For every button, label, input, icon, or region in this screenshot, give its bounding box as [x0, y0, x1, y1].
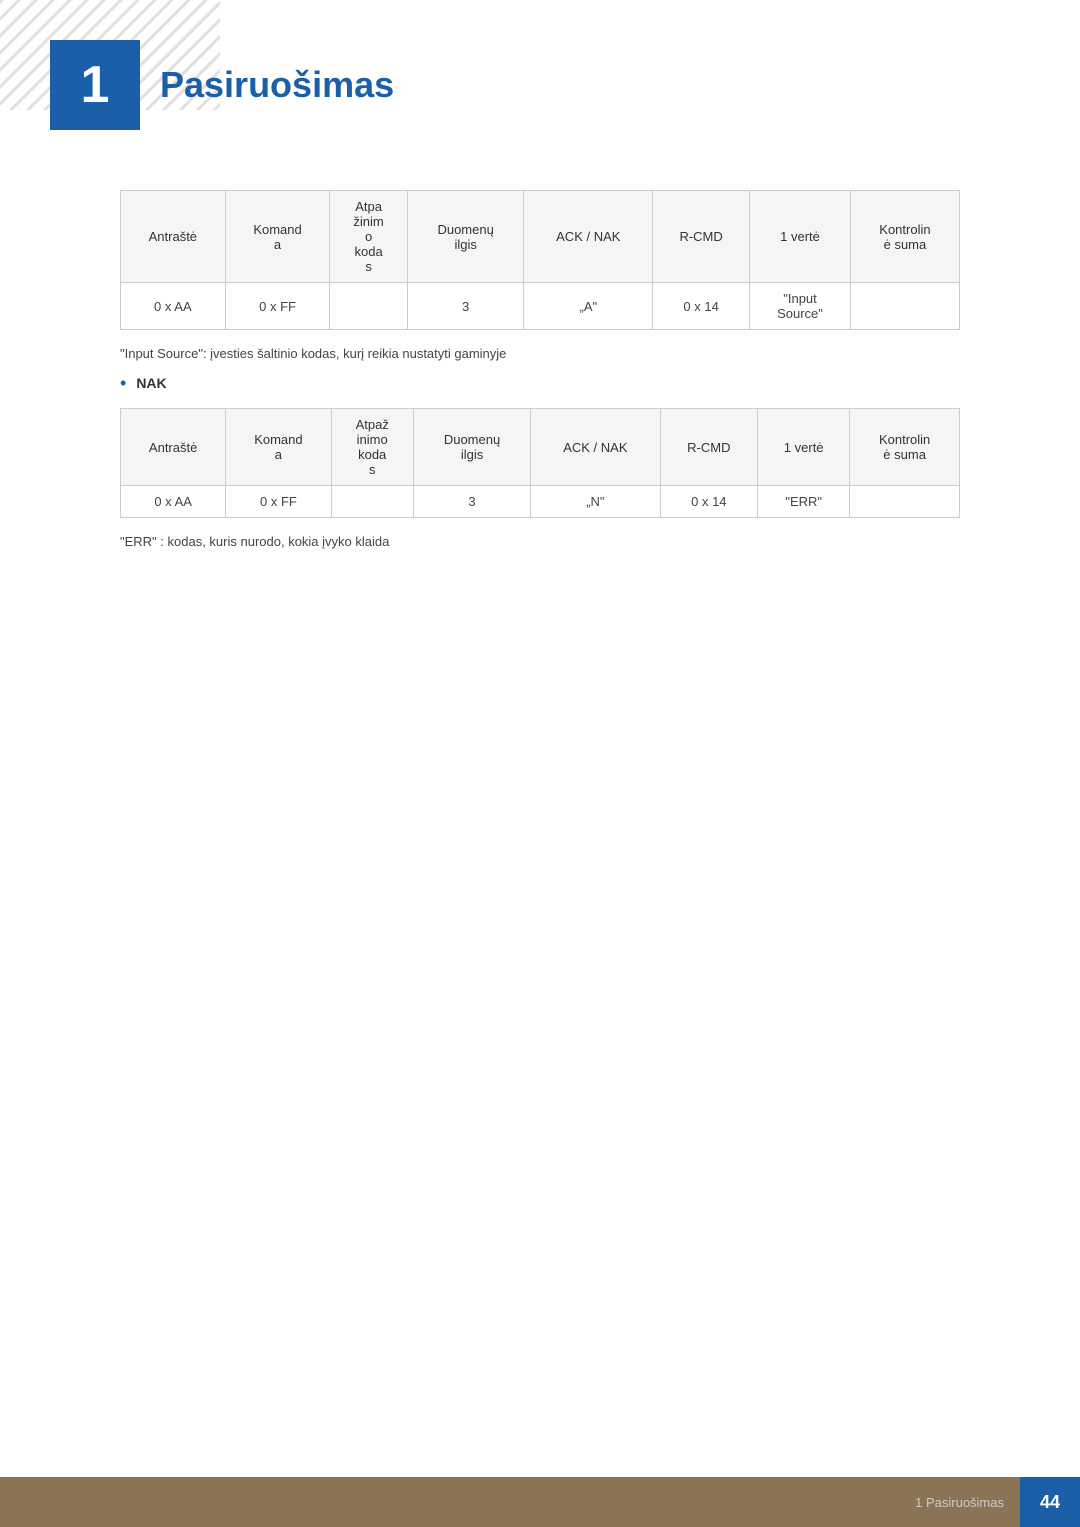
- nak-table-row: 0 x AA 0 x FF 3 „N" 0 x 14 "ERR": [121, 486, 960, 518]
- cell-atpaz: [330, 283, 407, 330]
- nak-cell-ilgis: 3: [413, 486, 530, 518]
- cell-rcmd: 0 x 14: [653, 283, 750, 330]
- col-header-kontroline-suma: Kontrolinė suma: [850, 191, 959, 283]
- cell-1verte: "InputSource": [750, 283, 851, 330]
- nak-label: NAK: [136, 375, 166, 391]
- col-header-atpazinimo: Atpažinimokodas: [330, 191, 407, 283]
- chapter-number: 1: [81, 55, 110, 115]
- col-header-ack-nak: ACK / NAK: [524, 191, 653, 283]
- nak-table-wrapper: Antraštė Komanda Atpažinimokodas Duomenų…: [120, 408, 960, 518]
- ack-note: "Input Source": įvesties šaltinio kodas,…: [120, 346, 960, 361]
- footer-label: 1 Pasiruošimas: [915, 1495, 1004, 1510]
- nak-col-komanda: Komanda: [226, 409, 331, 486]
- ack-table: Antraštė Komanda Atpažinimokodas Duomenų…: [120, 190, 960, 330]
- nak-cell-err: "ERR": [758, 486, 850, 518]
- col-header-duomenu-ilgis: Duomenųilgis: [407, 191, 524, 283]
- main-content: Antraštė Komanda Atpažinimokodas Duomenų…: [0, 150, 1080, 643]
- col-header-1verte: 1 vertė: [750, 191, 851, 283]
- chapter-number-box: 1: [50, 40, 140, 130]
- cell-ilgis: 3: [407, 283, 524, 330]
- nak-cell-atpaz: [331, 486, 413, 518]
- nak-cell-komanda: 0 x FF: [226, 486, 331, 518]
- footer-page-number: 44: [1020, 1477, 1080, 1527]
- nak-col-atpaz: Atpažinimokodas: [331, 409, 413, 486]
- ack-table-row: 0 x AA 0 x FF 3 „A" 0 x 14 "InputSource": [121, 283, 960, 330]
- cell-ack: „A": [524, 283, 653, 330]
- nak-col-1verte: 1 vertė: [758, 409, 850, 486]
- chapter-title: Pasiruošimas: [160, 64, 394, 106]
- cell-checksum: [850, 283, 959, 330]
- nak-col-antrasté: Antraštė: [121, 409, 226, 486]
- nak-table: Antraštė Komanda Atpažinimokodas Duomenų…: [120, 408, 960, 518]
- cell-antrasté: 0 x AA: [121, 283, 226, 330]
- ack-table-wrapper: Antraštė Komanda Atpažinimokodas Duomenų…: [120, 190, 960, 330]
- col-header-rcmd: R-CMD: [653, 191, 750, 283]
- col-header-antrasté: Antraštė: [121, 191, 226, 283]
- cell-komanda: 0 x FF: [225, 283, 330, 330]
- page-header: 1 Pasiruošimas: [0, 0, 1080, 150]
- nak-cell-checksum: [850, 486, 960, 518]
- nak-cell-nak: „N": [531, 486, 660, 518]
- nak-col-ack-nak: ACK / NAK: [531, 409, 660, 486]
- nak-col-ilgis: Duomenųilgis: [413, 409, 530, 486]
- page-footer: 1 Pasiruošimas 44: [0, 1477, 1080, 1527]
- nak-cell-antrasté: 0 x AA: [121, 486, 226, 518]
- nak-col-kontroline: Kontrolinė suma: [850, 409, 960, 486]
- nak-note: "ERR" : kodas, kuris nurodo, kokia įvyko…: [120, 534, 960, 549]
- bullet-icon: •: [120, 373, 126, 394]
- nak-cell-rcmd: 0 x 14: [660, 486, 758, 518]
- col-header-komanda: Komanda: [225, 191, 330, 283]
- nak-bullet: • NAK: [120, 375, 960, 394]
- nak-col-rcmd: R-CMD: [660, 409, 758, 486]
